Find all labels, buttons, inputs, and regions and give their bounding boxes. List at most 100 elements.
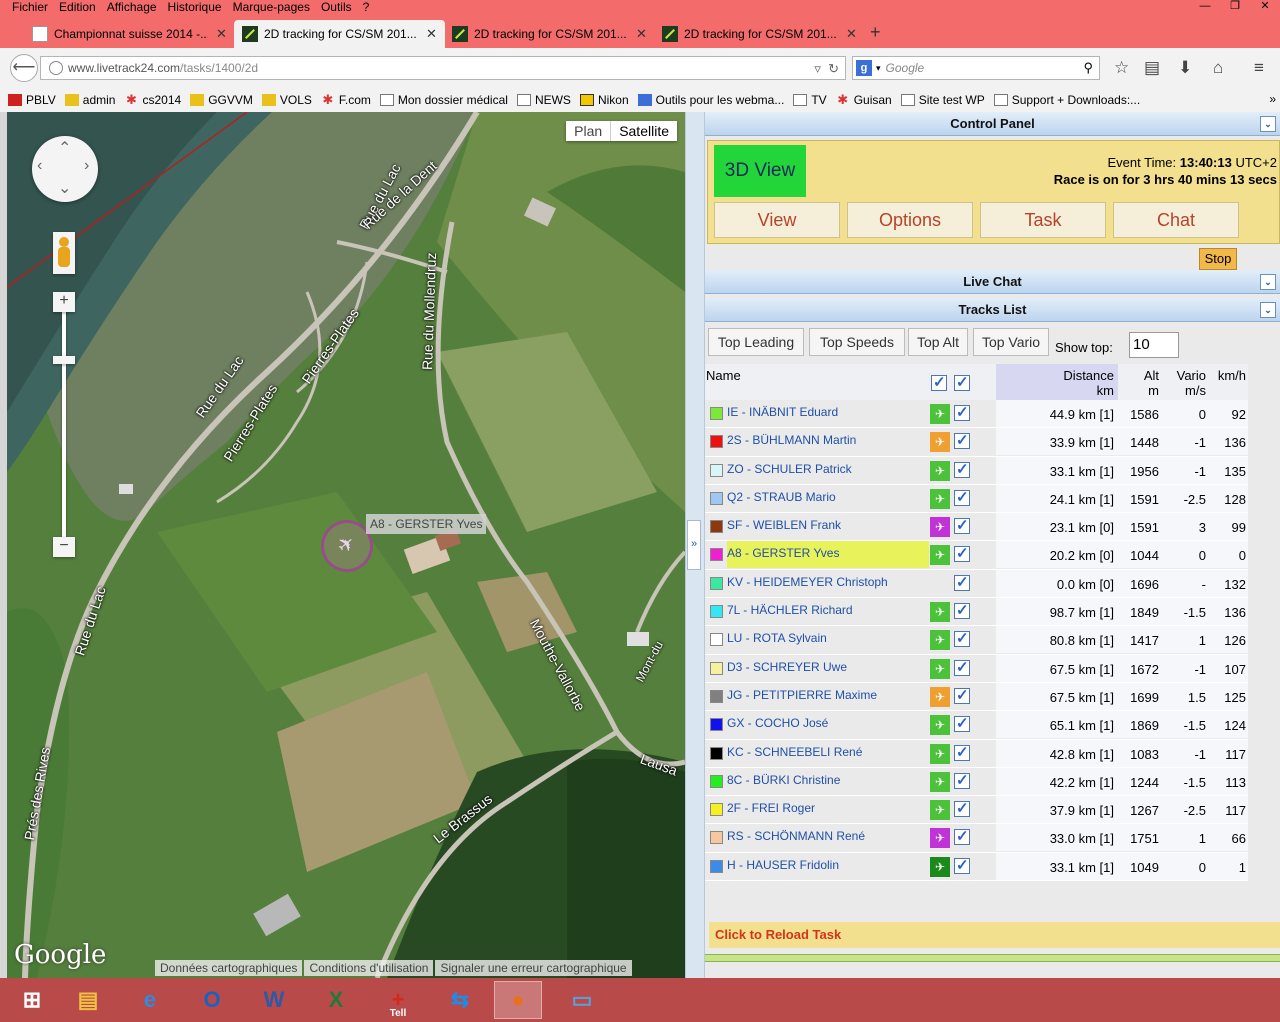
pilot-name[interactable]: 7L - HÄCHLER Richard [727,598,929,625]
track-visible-checkbox[interactable] [954,573,970,591]
minimize-icon[interactable]: — [1190,0,1220,14]
track-visible-checkbox[interactable] [954,658,970,676]
report-error-link[interactable]: Signaler une erreur cartographique [435,960,632,976]
close-tab-icon[interactable]: ✕ [846,26,857,42]
taskbar-button[interactable]: O [188,981,236,1019]
track-visible-checkbox[interactable] [954,516,970,535]
pilot-name[interactable]: IE - INÄBNIT Eduard [727,400,929,427]
select-all-tracks-checkbox[interactable] [954,373,970,391]
pilot-name[interactable]: Q2 - STRAUB Mario [727,485,929,512]
bookmark-item[interactable]: ✱ F.com [321,93,370,107]
menu-item-marque-pages[interactable]: Marque-pages [233,0,310,14]
table-row[interactable]: ZO - SCHULER Patrick✈ 33.1 km [1]1956-113… [705,456,1248,485]
bookmark-item[interactable]: Site test WP [900,93,985,107]
pan-control[interactable]: ⌃ ⌄ ‹ › [32,136,98,202]
zoom-slider-thumb[interactable] [53,356,75,364]
track-visible-checkbox[interactable] [954,460,970,478]
pilot-name[interactable]: JG - PETITPIERRE Maxime [727,683,929,710]
tab-tracking-active[interactable]: 2D tracking for CS/SM 201... ✕ [234,20,445,48]
bookmark-item[interactable]: ✱ Guisan [836,93,891,107]
bookmark-item[interactable]: Support + Downloads:... [993,93,1140,107]
bookmark-item[interactable]: NEWS [516,93,571,107]
pilot-name[interactable]: H - HAUSER Fridolin [727,853,929,880]
track-visible-checkbox[interactable] [954,827,970,846]
menu-item-outils[interactable]: Outils [321,0,352,14]
taskbar-button[interactable]: X [312,981,360,1019]
pilot-name[interactable]: KC - SCHNEEBELI René [727,740,929,767]
terms-link[interactable]: Conditions d'utilisation [304,960,434,976]
pilot-name[interactable]: A8 - GERSTER Yves [727,541,929,569]
menu-item-help[interactable]: ? [363,0,370,14]
tab-championnat[interactable]: Championnat suisse 2014 -... ✕ [24,20,235,48]
select-all-visible-checkbox[interactable] [931,373,947,391]
track-visible-checkbox[interactable] [954,629,970,648]
taskbar-button[interactable]: ▤ [64,981,112,1019]
zoom-slider-track[interactable] [62,312,66,544]
track-visible-checkbox[interactable] [954,431,970,450]
table-row[interactable]: H - HAUSER Fridolin✈ 33.1 km [1]104901 [705,852,1248,882]
pan-right-icon[interactable]: › [84,157,89,175]
table-row[interactable]: GX - COCHO José✈ 65.1 km [1]1869-1.5124 [705,711,1248,740]
tab-top-vario[interactable]: Top Vario [973,328,1049,356]
live-chat-header[interactable]: Live Chat ⌄ [705,270,1280,294]
close-tab-icon[interactable]: ✕ [216,26,227,42]
track-visible-checkbox[interactable] [954,488,970,506]
track-visible-checkbox[interactable] [954,856,970,874]
map-type-satellite[interactable]: Satellite [610,121,677,141]
bookmark-item[interactable]: VOLS [261,93,312,107]
map-type-plan[interactable]: Plan [566,121,610,141]
table-row[interactable]: KV - HEIDEMEYER Christoph 0.0 km [0]1696-… [705,569,1248,599]
chevron-down-icon[interactable]: ⌄ [1260,116,1276,132]
track-visible-checkbox[interactable] [954,714,970,733]
table-row[interactable]: KC - SCHNEEBELI René✈ 42.8 km [1]1083-111… [705,739,1248,768]
table-row[interactable]: Q2 - STRAUB Mario✈ 24.1 km [1]1591-2.5128 [705,484,1248,514]
track-visible-checkbox[interactable] [954,686,970,704]
bookmark-item[interactable]: GGVVM [190,93,253,107]
map-data-link[interactable]: Données cartographiques [155,960,303,976]
pilot-name[interactable]: 2F - FREI Roger [727,796,929,823]
bookmarks-overflow-icon[interactable]: » [1269,92,1276,106]
back-arrow-icon[interactable]: ⟵ [10,54,38,82]
table-row[interactable]: A8 - GERSTER Yves✈20.2 km [0]104400 [705,541,1248,570]
pan-up-icon[interactable]: ⌃ [58,138,71,158]
google-engine-icon[interactable]: g [856,60,872,76]
home-icon[interactable]: ⌂ [1213,58,1223,78]
taskbar-button[interactable]: + Tell [374,981,422,1019]
pilot-name[interactable]: SF - WEIBLEN Frank [727,513,929,540]
bookmark-item[interactable]: ✱ cs2014 [124,93,181,107]
bookmark-item[interactable]: TV [793,93,827,107]
3d-view-button[interactable]: 3D View [714,145,806,197]
url-bar[interactable]: www.livetrack24.com/tasks/1400/2d ▿ ↻ [40,56,846,80]
chevron-down-icon[interactable]: ⌄ [1260,274,1276,290]
tab-top-alt[interactable]: Top Alt [908,328,968,356]
search-box[interactable]: g ▾ Google ⚲ [852,56,1100,80]
table-row[interactable]: 8C - BÜRKI Christine✈ 42.2 km [1]1244-1.5… [705,767,1248,797]
tab-top-leading[interactable]: Top Leading [708,328,804,356]
task-button[interactable]: Task [980,202,1106,238]
close-tab-icon[interactable]: ✕ [636,26,647,42]
pan-down-icon[interactable]: ⌄ [58,178,71,198]
reload-task-button[interactable]: Click to Reload Task [709,922,1280,948]
bookmark-item[interactable]: Mon dossier médical [379,93,508,107]
tracks-list-header[interactable]: Tracks List ⌄ [705,298,1280,322]
view-button[interactable]: View [714,202,840,238]
bookmark-item[interactable]: Outils pour les webma... [637,93,784,107]
menu-item-affichage[interactable]: Affichage [107,0,157,14]
menu-item-edition[interactable]: Edition [59,0,96,14]
table-row[interactable]: IE - INÄBNIT Eduard✈ 44.9 km [1]1586092 [705,400,1248,429]
track-visible-checkbox[interactable] [954,601,970,620]
table-row[interactable]: 2F - FREI Roger✈ 37.9 km [1]1267-2.5117 [705,796,1248,825]
table-row[interactable]: RS - SCHÖNMANN René✈ 33.0 km [1]1751166 [705,824,1248,853]
track-visible-checkbox[interactable] [954,743,970,761]
pilot-name[interactable]: RS - SCHÖNMANN René [727,824,929,851]
bookmark-item[interactable]: Nikon [579,93,629,107]
reading-list-icon[interactable]: ▤ [1144,58,1160,78]
track-visible-checkbox[interactable] [954,771,970,789]
options-button[interactable]: Options [847,202,973,238]
table-row[interactable]: D3 - SCHREYER Uwe✈ 67.5 km [1]1672-1107 [705,654,1248,683]
taskbar-button[interactable]: e [126,981,174,1019]
pilot-name[interactable]: 8C - BÜRKI Christine [727,768,929,795]
pilot-name[interactable]: LU - ROTA Sylvain [727,626,929,653]
map-view[interactable]: Rue du Lac Rue de la Dent Rue du Mollend… [7,112,685,978]
tab-top-speeds[interactable]: Top Speeds [809,328,905,356]
